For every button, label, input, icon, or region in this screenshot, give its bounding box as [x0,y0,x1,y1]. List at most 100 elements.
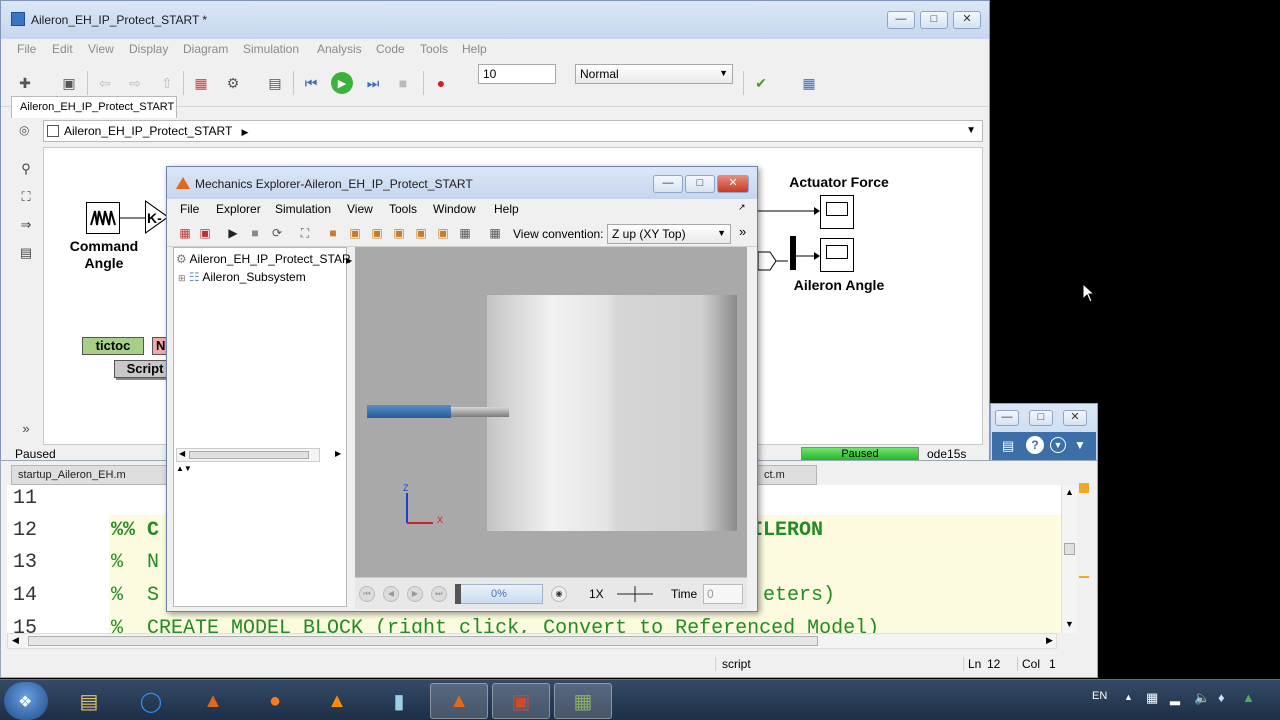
new-model-icon[interactable]: ✚ [15,73,35,93]
menu-code[interactable]: Code [376,42,405,56]
menu-explorer[interactable]: Explorer [216,202,261,216]
rotate-icon[interactable]: ⟳ [269,226,285,242]
step-back-icon[interactable]: ⏮ [301,73,321,93]
menu-display[interactable]: Display [129,42,168,56]
editor-tab-other[interactable]: ct.m [757,465,817,485]
search-docs-icon[interactable]: ▼ [1050,437,1066,453]
scroll-right-icon[interactable]: ▶ [335,449,341,458]
step-forward-icon[interactable]: ⏭ [363,73,383,93]
network-icon[interactable]: ▂ [1170,690,1180,706]
warning-marker-icon[interactable] [1079,483,1089,493]
menu-tools[interactable]: Tools [420,42,448,56]
zoom-fit-icon[interactable]: ⛶ [297,226,313,242]
layout-icon[interactable]: ▤ [1002,438,1014,454]
tab-model[interactable]: Aileron_EH_IP_Protect_START [11,96,177,118]
expand-palette-icon[interactable]: » [17,421,35,439]
3d-viewport[interactable]: Z X [355,247,747,577]
tree-child-item[interactable]: ⊞ ☷ Aileron_Subsystem [178,270,306,284]
arrow-icon[interactable]: ⇒ [17,217,35,235]
maximize-button[interactable]: □ [685,175,715,193]
explorer-taskbar-icon[interactable]: ▤ [60,683,118,719]
aileron-angle-scope[interactable] [820,238,854,272]
gear-icon[interactable]: ⚙ [223,73,243,93]
save-icon[interactable]: ▣ [59,73,79,93]
sim-mode-select[interactable]: Normal ▼ [575,64,733,84]
breadcrumb[interactable]: Aileron_EH_IP_Protect_START ▶ ▼ [43,120,983,142]
start-button[interactable]: ❖ [4,682,48,720]
menu-view[interactable]: View [88,42,114,56]
splitter-arrow-icon[interactable]: ▶ [346,256,352,276]
undock-icon[interactable]: ↗ [738,202,746,213]
horizontal-scrollbar[interactable]: ◀ ▶ [7,633,1057,649]
close-button[interactable]: ✕ [717,175,749,193]
back-arrow-icon[interactable]: ⇦ [95,73,115,93]
installer-taskbar-icon[interactable]: ▦ [554,683,612,719]
close-button[interactable]: ✕ [1063,410,1087,426]
volume-icon[interactable]: 🔈 [1194,690,1210,706]
vlc-taskbar-icon[interactable]: ▲ [308,683,366,719]
maximize-button[interactable]: □ [920,11,948,29]
scroll-thumb[interactable] [1064,543,1075,555]
view-iso-icon[interactable]: ▦ [457,226,473,242]
run-play-icon[interactable]: ▶ [331,72,353,94]
layout-grid-icon[interactable]: ▦ [487,226,503,242]
menu-help[interactable]: Help [494,202,519,216]
matlab-active-taskbar-icon[interactable]: ▲ [430,683,488,719]
step-forward-icon[interactable]: ⏭ [431,586,447,602]
scroll-left-icon[interactable]: ◀ [179,449,185,458]
minimize-button[interactable]: — [995,410,1019,426]
record-icon[interactable]: ● [431,73,451,93]
grid-icon[interactable]: ▦ [799,73,819,93]
view-front-icon[interactable]: ■ [325,226,341,242]
matlab-taskbar-icon[interactable]: ▲ [184,683,242,719]
menu-file[interactable]: File [17,42,36,56]
dropdown-icon[interactable]: ▼ [1074,438,1086,452]
loop-icon[interactable]: ◉ [551,586,567,602]
tictoc-block[interactable]: tictoc [82,337,144,355]
view-bottom-icon[interactable]: ▣ [435,226,451,242]
view-convention-select[interactable]: Z up (XY Top) ▼ [607,224,731,244]
up-arrow-icon[interactable]: ⇧ [157,73,177,93]
tree-hscroll[interactable]: ◀ ▶ [176,448,341,462]
firefox-taskbar-icon[interactable]: ● [246,683,304,719]
view-right-icon[interactable]: ▣ [391,226,407,242]
open-model-icon[interactable]: ▦ [177,226,193,242]
menu-diagram[interactable]: Diagram [183,42,228,56]
menu-view[interactable]: View [347,202,373,216]
checkmark-icon[interactable]: ✔ [751,73,771,93]
model-explorer-icon[interactable]: ▤ [265,73,285,93]
scroll-right-icon[interactable]: ▶ [1046,635,1053,646]
stop-icon[interactable]: ■ [393,73,413,93]
show-hidden-icons[interactable]: ▲ [1124,692,1133,702]
tree-hscroll-thumb[interactable] [189,451,309,459]
app-taskbar-icon[interactable]: ▮ [370,683,428,719]
vertical-scrollbar[interactable]: ▲ ▼ [1061,485,1077,633]
hide-browser-icon[interactable]: ◎ [19,123,29,137]
menu-simulation[interactable]: Simulation [275,202,331,216]
view-left-icon[interactable]: ▣ [369,226,385,242]
minimize-button[interactable]: — [887,11,915,29]
breadcrumb-dropdown-icon[interactable]: ▼ [966,125,976,136]
rewind-icon[interactable]: ⏮ [359,586,375,602]
scroll-down-icon[interactable]: ▼ [1065,619,1074,629]
forward-arrow-icon[interactable]: ⇨ [125,73,145,93]
actuator-force-scope[interactable] [820,195,854,229]
help-icon[interactable]: ? [1026,436,1044,454]
speed-slider[interactable] [615,584,655,604]
tree-root-item[interactable]: ⚙ Aileron_EH_IP_Protect_STAR [176,252,351,266]
language-indicator[interactable]: EN [1092,690,1107,702]
toolbar-overflow-icon[interactable]: » [739,224,746,239]
sort-arrows-icon[interactable]: ▲▼ [176,464,192,473]
stop-time-input[interactable]: 10 [478,64,556,84]
scroll-left-icon[interactable]: ◀ [12,635,19,646]
play-icon[interactable]: ▶ [225,226,241,242]
progress-slider-handle[interactable] [455,584,461,604]
menu-tools[interactable]: Tools [389,202,417,216]
maximize-button[interactable]: □ [1029,410,1053,426]
menu-help[interactable]: Help [462,42,487,56]
menu-simulation[interactable]: Simulation [243,42,299,56]
stop-icon[interactable]: ■ [247,226,263,242]
save-results-icon[interactable]: ▣ [197,226,213,242]
menu-file[interactable]: File [180,202,199,216]
model-tree[interactable]: ⚙ Aileron_EH_IP_Protect_STAR ⊞ ☷ Aileron… [173,247,352,607]
